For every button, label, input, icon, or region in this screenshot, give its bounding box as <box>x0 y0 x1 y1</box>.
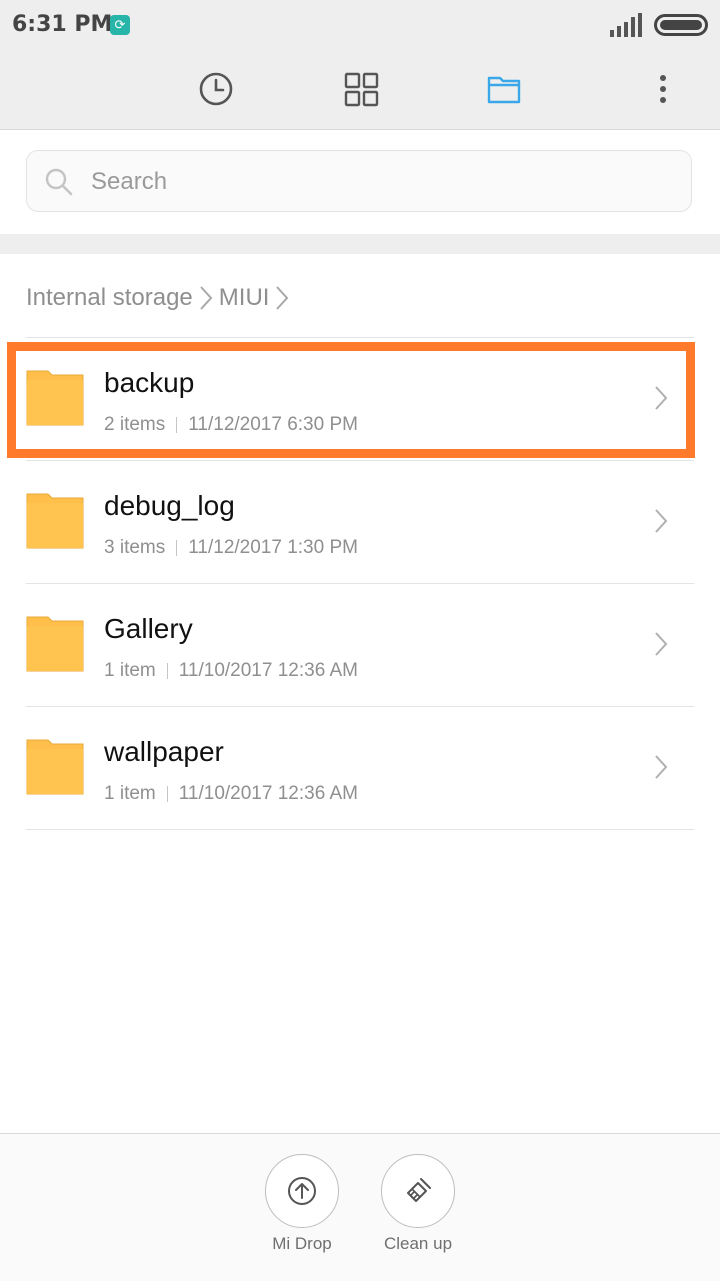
modified-date: 11/10/2017 12:36 AM <box>178 783 358 804</box>
meta-divider <box>176 540 178 556</box>
folder-meta: 3 items 11/12/2017 1:30 PM <box>104 537 358 559</box>
meta-divider <box>166 786 168 802</box>
item-count: 2 items <box>104 414 166 435</box>
folder-row-gallery[interactable]: Gallery 1 item 11/10/2017 12:36 AM <box>26 584 694 707</box>
folder-row-wallpaper[interactable]: wallpaper 1 item 11/10/2017 12:36 AM <box>26 707 694 830</box>
modified-date: 11/12/2017 1:30 PM <box>188 537 358 558</box>
breadcrumb-miui[interactable]: MIUI <box>219 284 270 312</box>
folder-name: debug_log <box>104 490 235 521</box>
bottom-bar: Mi Drop Clean up <box>0 1133 720 1281</box>
chevron-right-icon <box>655 386 668 410</box>
item-count: 1 item <box>104 660 156 681</box>
mi-drop-label: Mi Drop <box>272 1234 332 1253</box>
folder-icon <box>26 370 84 426</box>
item-count: 3 items <box>104 537 166 558</box>
chevron-right-icon <box>655 509 668 533</box>
folder-icon <box>26 739 84 795</box>
sync-notification-icon: ⟳ <box>110 15 130 35</box>
search-area <box>0 130 720 234</box>
folder-meta: 1 item 11/10/2017 12:36 AM <box>104 783 358 805</box>
clean-up-button[interactable]: Clean up <box>368 1154 468 1254</box>
mi-drop-circle[interactable] <box>265 1154 339 1228</box>
folder-name: wallpaper <box>104 736 224 767</box>
folder-row-backup[interactable]: backup 2 items 11/12/2017 6:30 PM <box>26 338 694 461</box>
folder-tab-icon[interactable] <box>483 68 525 110</box>
search-icon <box>45 168 73 196</box>
grid-icon[interactable] <box>340 68 382 110</box>
signal-icon <box>610 13 642 37</box>
mi-drop-button[interactable]: Mi Drop <box>252 1154 352 1254</box>
modified-date: 11/12/2017 6:30 PM <box>188 414 358 435</box>
folder-icon <box>26 493 84 549</box>
meta-divider <box>166 663 168 679</box>
modified-date: 11/10/2017 12:36 AM <box>178 660 358 681</box>
folder-meta: 2 items 11/12/2017 6:30 PM <box>104 414 358 436</box>
more-vertical-icon[interactable] <box>642 68 684 110</box>
folder-icon <box>26 616 84 672</box>
breadcrumb-internal-storage[interactable]: Internal storage <box>26 284 193 312</box>
meta-divider <box>176 417 178 433</box>
search-box[interactable] <box>26 150 692 212</box>
broom-icon <box>407 1178 431 1202</box>
battery-icon <box>654 14 708 36</box>
folder-list: backup 2 items 11/12/2017 6:30 PM debug_… <box>26 337 694 830</box>
item-count: 1 item <box>104 783 156 804</box>
chevron-right-icon <box>200 286 213 310</box>
clock-icon[interactable] <box>195 68 237 110</box>
status-bar: 6:31 PM ⟳ <box>0 0 720 52</box>
breadcrumb: Internal storage MIUI <box>26 282 295 314</box>
chevron-right-icon <box>655 632 668 656</box>
chevron-right-icon <box>655 755 668 779</box>
status-time: 6:31 PM <box>12 12 113 37</box>
search-input[interactable] <box>89 163 673 201</box>
divider-strip <box>0 234 720 254</box>
folder-meta: 1 item 11/10/2017 12:36 AM <box>104 660 358 682</box>
chevron-right-icon <box>276 286 289 310</box>
folder-name: backup <box>104 367 195 398</box>
clean-up-circle[interactable] <box>381 1154 455 1228</box>
file-browser: Internal storage MIUI backup 2 items 11/… <box>0 254 720 1134</box>
folder-row-debug-log[interactable]: debug_log 3 items 11/12/2017 1:30 PM <box>26 461 694 584</box>
toolbar <box>0 52 720 130</box>
folder-name: Gallery <box>104 613 193 644</box>
upload-icon <box>288 1177 316 1205</box>
clean-up-label: Clean up <box>383 1234 453 1253</box>
